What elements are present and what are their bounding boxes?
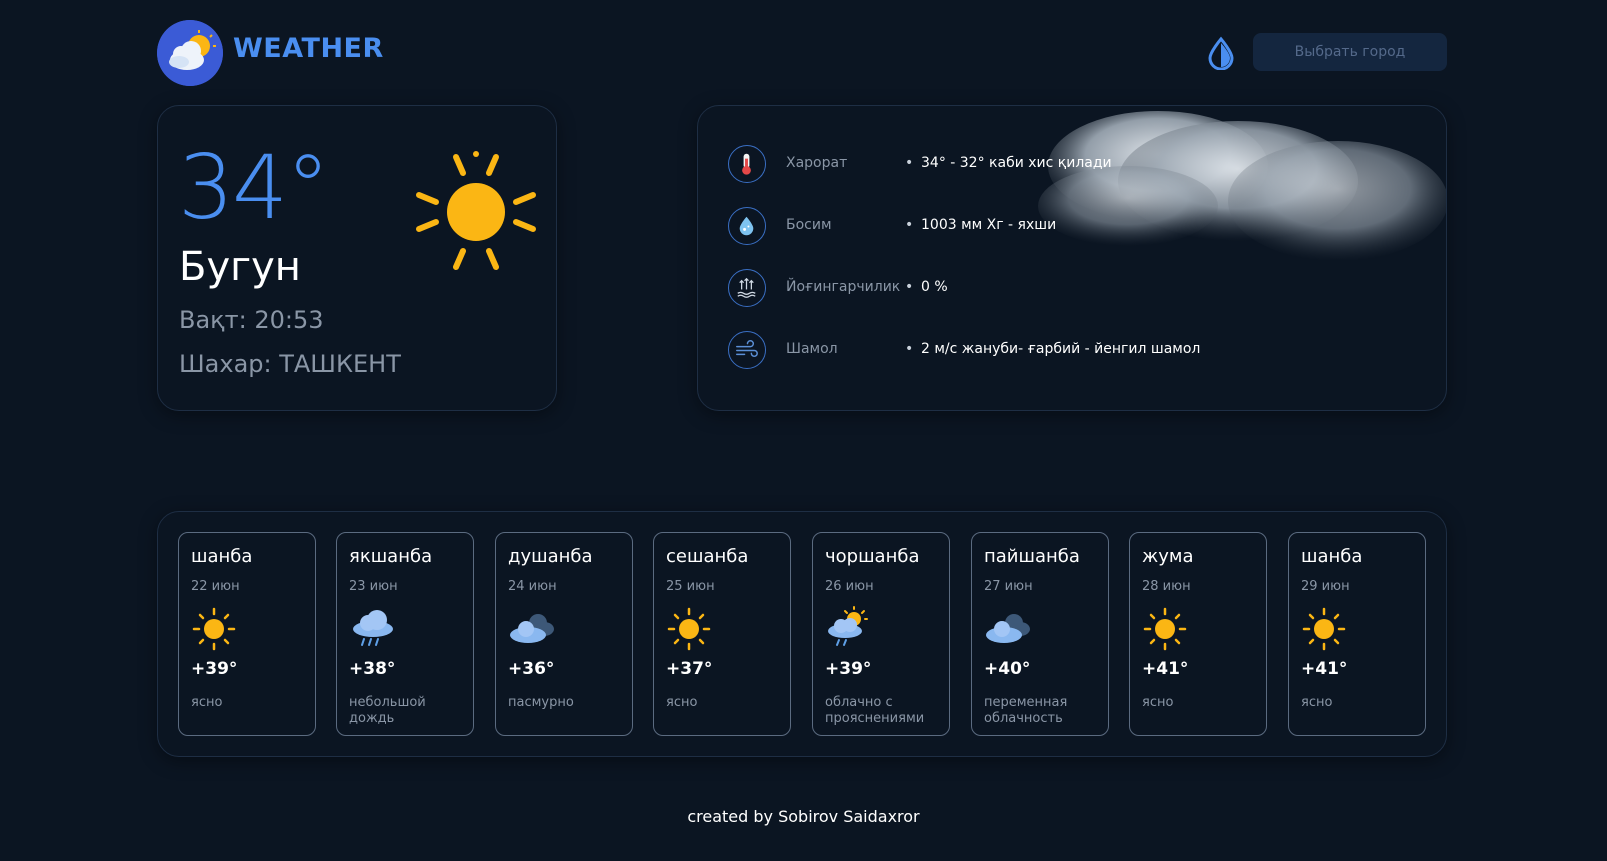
precipitation-icon — [728, 269, 766, 307]
day-date: 22 июн — [191, 579, 240, 594]
forecast-day-card[interactable]: якшанба 23 июн +38° небольшой дождь — [336, 532, 474, 736]
app-title: WEATHER — [233, 33, 384, 64]
day-name: пайшанба — [984, 546, 1080, 567]
rain-cloud-icon — [353, 610, 393, 646]
forecast-day-card[interactable]: сешанба 25 июн +37° ясно — [653, 532, 791, 736]
detail-value: 0 % — [921, 279, 948, 295]
day-description: ясно — [1301, 695, 1333, 710]
forecast-day-card[interactable]: жума 28 июн +41° ясно — [1129, 532, 1267, 736]
sun-rain-cloud-icon — [828, 606, 868, 646]
detail-row-wind: Шамол • 2 м/с жануби- ғарбий - йенгил ша… — [728, 331, 1428, 369]
current-temperature: 34° — [178, 136, 330, 239]
day-name: жума — [1142, 546, 1194, 567]
forecast-panel: шанба 22 июн +39° ясно якшанба 23 июн +3… — [157, 511, 1447, 757]
day-description: небольшой дождь — [349, 695, 426, 726]
detail-value: 1003 мм Хг - яхши — [921, 217, 1057, 233]
overcast-cloud-icon — [986, 614, 1030, 643]
detail-label: Йоғингарчилик — [786, 279, 901, 295]
day-date: 28 июн — [1142, 579, 1191, 594]
day-name: чоршанба — [825, 546, 920, 567]
detail-row-pressure: Босим • 1003 мм Хг - яхши — [728, 207, 1428, 245]
current-time: Вақт: 20:53 — [179, 306, 324, 334]
day-description: ясно — [191, 695, 223, 710]
today-card: 34° Бугун Вақт: 20:53 Шахар: ТАШКЕНТ — [157, 105, 557, 411]
forecast-day-card[interactable]: шанба 29 июн +41° ясно — [1288, 532, 1426, 736]
day-temperature: +40° — [984, 659, 1031, 679]
bullet: • — [905, 217, 914, 233]
sun-icon — [667, 607, 711, 651]
day-description: переменная облачность — [984, 695, 1068, 726]
sun-icon — [1143, 607, 1187, 651]
detail-label: Харорат — [786, 155, 848, 171]
thermometer-icon — [728, 145, 766, 183]
theme-toggle-button[interactable] — [1206, 36, 1236, 71]
day-name: сешанба — [666, 546, 749, 567]
day-temperature: +41° — [1301, 659, 1348, 679]
forecast-day-card[interactable]: пайшанба 27 июн +40° переменная облачнос… — [971, 532, 1109, 736]
day-date: 23 июн — [349, 579, 398, 594]
detail-label: Босим — [786, 217, 832, 233]
bullet: • — [905, 341, 914, 357]
day-description: ясно — [1142, 695, 1174, 710]
forecast-day-card[interactable]: чоршанба 26 июн +39° облачно с прояснени… — [812, 532, 950, 736]
details-card: Харорат • 34° - 32° каби хис қилади Боси… — [697, 105, 1447, 411]
day-name: душанба — [508, 546, 593, 567]
day-temperature: +41° — [1142, 659, 1189, 679]
logo — [157, 20, 223, 86]
select-city-button[interactable]: Выбрать город — [1253, 33, 1447, 71]
day-date: 26 июн — [825, 579, 874, 594]
cloud-background-image — [1038, 111, 1446, 261]
current-city: Шахар: ТАШКЕНТ — [179, 350, 401, 378]
logo-cloud-sun-icon — [157, 20, 223, 86]
forecast-day-card[interactable]: душанба 24 июн +36° пасмурно — [495, 532, 633, 736]
day-name: шанба — [1301, 546, 1363, 567]
bullet: • — [905, 155, 914, 171]
bullet: • — [905, 279, 914, 295]
footer-credit: created by Sobirov Saidaxror — [687, 807, 920, 826]
day-temperature: +37° — [666, 659, 713, 679]
forecast-day-card[interactable]: шанба 22 июн +39° ясно — [178, 532, 316, 736]
day-date: 25 июн — [666, 579, 715, 594]
sun-icon — [1302, 607, 1346, 651]
detail-row-temperature: Харорат • 34° - 32° каби хис қилади — [728, 145, 1428, 183]
today-label: Бугун — [179, 244, 301, 290]
detail-value: 2 м/с жануби- ғарбий - йенгил шамол — [921, 341, 1201, 357]
detail-value: 34° - 32° каби хис қилади — [921, 155, 1112, 171]
day-temperature: +36° — [508, 659, 555, 679]
day-temperature: +39° — [825, 659, 872, 679]
detail-label: Шамол — [786, 341, 838, 357]
day-description: пасмурно — [508, 695, 574, 710]
header: WEATHER Выбрать город — [157, 20, 1447, 86]
overcast-cloud-icon — [510, 614, 554, 643]
sun-icon — [416, 151, 536, 270]
wind-icon — [728, 331, 766, 369]
day-temperature: +38° — [349, 659, 396, 679]
day-description: ясно — [666, 695, 698, 710]
day-description: облачно с прояснениями — [825, 695, 925, 726]
pressure-drop-icon — [728, 207, 766, 245]
day-date: 24 июн — [508, 579, 557, 594]
day-date: 27 июн — [984, 579, 1033, 594]
day-temperature: +39° — [191, 659, 238, 679]
day-name: якшанба — [349, 546, 433, 567]
drop-icon — [1208, 36, 1234, 71]
day-date: 29 июн — [1301, 579, 1350, 594]
day-name: шанба — [191, 546, 253, 567]
detail-row-precipitation: Йоғингарчилик • 0 % — [728, 269, 1428, 307]
sun-icon — [192, 607, 236, 651]
